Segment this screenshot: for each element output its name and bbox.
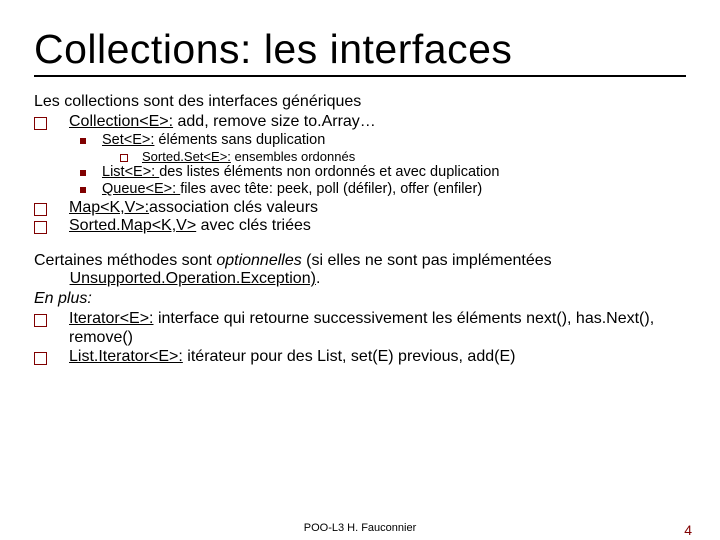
bullet-l3: Sorted.Set<E>: ensembles ordonnés	[120, 149, 686, 164]
bullet-text: List<E>: des listes éléments non ordonné…	[102, 164, 499, 181]
square-bullet-icon	[34, 352, 47, 365]
en-plus-line: En plus:	[34, 290, 686, 308]
slide-title: Collections: les interfaces	[34, 26, 686, 73]
bullet-text: Map<K,V>:association clés valeurs	[69, 199, 318, 218]
title-rule	[34, 75, 686, 77]
paragraph-2: Certaines méthodes sont optionnelles (si…	[34, 252, 686, 288]
square-bullet-icon	[80, 138, 86, 144]
bullet-l2: List<E>: des listes éléments non ordonné…	[80, 164, 686, 181]
square-bullet-icon	[34, 314, 47, 327]
bullet-text: Sorted.Map<K,V> avec clés triées	[69, 217, 311, 236]
bullet-text: Queue<E>: files avec tête: peek, poll (d…	[102, 181, 482, 198]
square-bullet-icon	[80, 170, 86, 176]
bullet-text: List.Iterator<E>: itérateur pour des Lis…	[69, 348, 515, 367]
bullet-l2: Queue<E>: files avec tête: peek, poll (d…	[80, 181, 686, 198]
square-bullet-icon	[34, 221, 47, 234]
bullet-l1: Sorted.Map<K,V> avec clés triées	[34, 217, 686, 236]
bullet-text: Collection<E>: add, remove size to.Array…	[69, 113, 376, 132]
square-bullet-icon	[80, 187, 86, 193]
intro-line: Les collections sont des interfaces géné…	[34, 93, 686, 111]
bullet-text: Set<E>: éléments sans duplication	[102, 132, 325, 149]
square-bullet-icon	[120, 154, 128, 162]
bullet-l1: Collection<E>: add, remove size to.Array…	[34, 113, 686, 132]
bullet-l1: Map<K,V>:association clés valeurs	[34, 199, 686, 218]
square-bullet-icon	[34, 203, 47, 216]
bullet-l1: Iterator<E>: interface qui retourne succ…	[34, 310, 686, 348]
bullet-l2: Set<E>: éléments sans duplication	[80, 132, 686, 149]
square-bullet-icon	[34, 117, 47, 130]
footer-author: POO-L3 H. Fauconnier	[0, 522, 720, 534]
bullet-text: Sorted.Set<E>: ensembles ordonnés	[142, 149, 355, 164]
bullet-l1: List.Iterator<E>: itérateur pour des Lis…	[34, 348, 686, 367]
page-number: 4	[684, 522, 692, 538]
bullet-text: Iterator<E>: interface qui retourne succ…	[69, 310, 686, 348]
